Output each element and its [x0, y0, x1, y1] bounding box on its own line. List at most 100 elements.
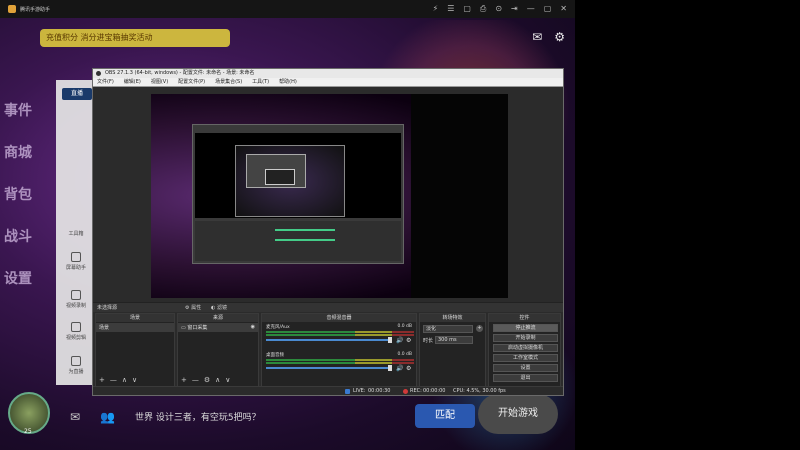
- source-item[interactable]: ▭ 窗口采集 ◉: [178, 323, 258, 332]
- add-icon[interactable]: +: [99, 376, 105, 384]
- nested-docks: [195, 221, 401, 261]
- obs-title: OBS 27.1.3 (64-bit, windows) - 配置文件: 未命名…: [105, 70, 255, 76]
- gear-icon[interactable]: ⚙: [406, 337, 411, 344]
- menu-edit[interactable]: 编辑(E): [124, 78, 141, 86]
- studio-mode-button[interactable]: 工作室模式: [493, 354, 558, 362]
- friends-icon[interactable]: 👥: [100, 410, 115, 424]
- exit-button[interactable]: 退出: [493, 374, 558, 382]
- screen-helper-item[interactable]: 屏幕助手: [58, 252, 94, 271]
- sources-toolbar: + — ⚙ ∧ ∨: [181, 376, 230, 384]
- menu-scene-collection[interactable]: 场景集合(S): [215, 78, 242, 86]
- game-bottom-bar: 25 ✉ 👥 世界 设计三者，有空玩5把吗？ 匹配 开始游戏: [0, 390, 575, 450]
- start-game-button[interactable]: 开始游戏: [478, 394, 558, 434]
- menu-tools[interactable]: 工具(T): [252, 78, 269, 86]
- add-transition-icon[interactable]: +: [476, 325, 483, 332]
- settings-button[interactable]: 设置: [493, 364, 558, 372]
- menu-icon[interactable]: ☰: [447, 4, 454, 14]
- rec-label: REC:: [410, 388, 422, 394]
- controls-header: 控件: [489, 314, 560, 322]
- menu-view[interactable]: 视图(V): [151, 78, 168, 86]
- game-menu-item[interactable]: 战斗: [4, 226, 58, 246]
- eye-icon[interactable]: ◉: [251, 324, 255, 330]
- slider-track: [266, 367, 388, 369]
- menu-file[interactable]: 文件(F): [97, 78, 114, 86]
- obs-logo-icon: [96, 71, 101, 76]
- filters-button[interactable]: ◐ 滤镜: [211, 304, 227, 311]
- mixer-header: 音频混音器: [262, 314, 416, 322]
- maximize-icon[interactable]: ▢: [544, 4, 552, 14]
- window-icon[interactable]: ▢: [463, 4, 471, 14]
- preview-black-region: [411, 94, 508, 298]
- stop-streaming-button[interactable]: 停止推流: [493, 324, 558, 332]
- obs-statusbar: LIVE: 00:00:30 REC: 00:00:00 CPU: 4.5%, …: [93, 386, 563, 395]
- toolbox-item[interactable]: 工具箱: [58, 230, 94, 237]
- match-button[interactable]: 匹配: [415, 404, 475, 428]
- sources-dock: 来源 ▭ 窗口采集 ◉ + — ⚙ ∧ ∨: [177, 313, 259, 388]
- menu-help[interactable]: 帮助(H): [279, 78, 297, 86]
- video-edit-item[interactable]: 视频剪辑: [58, 322, 94, 341]
- volume-slider[interactable]: 🔊 ⚙: [266, 337, 414, 344]
- game-menu-item[interactable]: 背包: [4, 184, 58, 204]
- game-menu-item[interactable]: 事件: [4, 100, 58, 120]
- live-indicator-icon: [345, 389, 350, 394]
- game-menu-item[interactable]: 设置: [4, 268, 58, 288]
- mail-icon[interactable]: ✉: [70, 410, 80, 424]
- game-menu-item[interactable]: 商城: [4, 142, 58, 162]
- remove-icon[interactable]: —: [110, 376, 117, 384]
- screenshot-icon[interactable]: ⎙: [480, 4, 486, 14]
- mail-icon[interactable]: ✉: [532, 30, 542, 44]
- virtual-camera-button[interactable]: 启动虚拟摄像机: [493, 344, 558, 352]
- slider-knob[interactable]: [388, 365, 392, 371]
- live-label: 为直播: [68, 369, 84, 375]
- volume-slider[interactable]: 🔊 ⚙: [266, 365, 414, 372]
- start-recording-button[interactable]: 开始录制: [493, 334, 558, 342]
- level-meter: [266, 331, 414, 333]
- controls-dock: 控件 停止推流 开始录制 启动虚拟摄像机 工作室模式 设置 退出: [488, 313, 561, 388]
- remove-icon[interactable]: —: [192, 376, 199, 384]
- chat-message[interactable]: 世界 设计三者，有空玩5把吗？: [135, 410, 261, 423]
- player-level: 25: [24, 428, 32, 435]
- record-icon: [71, 290, 81, 300]
- slider-track: [266, 339, 388, 341]
- slider-knob[interactable]: [388, 337, 392, 343]
- speaker-icon[interactable]: 🔊: [396, 337, 403, 344]
- channel-name: 桌面音频: [266, 353, 284, 358]
- level-meter: [266, 334, 414, 336]
- properties-button[interactable]: ⚙ 属性: [185, 304, 201, 311]
- app-logo-icon: [8, 5, 16, 13]
- assistant-logo: 直播: [62, 88, 92, 100]
- menu-profile[interactable]: 配置文件(P): [178, 78, 205, 86]
- gear-icon[interactable]: ⚙: [554, 30, 565, 44]
- transition-select[interactable]: 淡化: [423, 325, 473, 333]
- add-icon[interactable]: +: [181, 376, 187, 384]
- minimize-icon[interactable]: —: [527, 4, 535, 14]
- rec-time: 00:00:00: [423, 388, 446, 394]
- settings-icon[interactable]: ⊙: [495, 4, 502, 14]
- nested-capture-3: [246, 154, 306, 188]
- channel-db: 0.0 dB: [397, 352, 412, 357]
- preview-area: [93, 87, 563, 302]
- sidebar-toggle-icon[interactable]: ⇥: [511, 4, 518, 14]
- nested-capture-4: [265, 169, 295, 185]
- transitions-dock: 转场特效 淡化 + 时长 300 ms: [419, 313, 486, 388]
- live-item[interactable]: 为直播: [58, 356, 94, 375]
- gear-icon[interactable]: ⚙: [204, 376, 210, 384]
- video-record-label: 视频录制: [65, 303, 86, 309]
- up-icon[interactable]: ∧: [215, 376, 220, 384]
- down-icon[interactable]: ∨: [225, 376, 230, 384]
- close-icon[interactable]: ✕: [560, 4, 567, 14]
- scene-item[interactable]: 场景: [96, 323, 174, 332]
- nested-meter: [275, 229, 335, 231]
- program-preview[interactable]: [151, 94, 508, 298]
- boost-icon[interactable]: ⚡: [433, 4, 439, 14]
- down-icon[interactable]: ∨: [132, 376, 137, 384]
- duration-input[interactable]: 300 ms: [435, 336, 473, 344]
- video-record-item[interactable]: 视频录制: [58, 290, 94, 309]
- event-banner[interactable]: 充值积分 消分进宝箱抽奖活动: [40, 29, 230, 47]
- gear-icon[interactable]: ⚙: [406, 365, 411, 372]
- emulator-titlebar: 腾讯手游助手 ⚡ ☰ ▢ ⎙ ⊙ ⇥ — ▢ ✕: [0, 0, 575, 18]
- rec-indicator-icon: [403, 389, 408, 394]
- up-icon[interactable]: ∧: [122, 376, 127, 384]
- live-label: LIVE:: [353, 388, 366, 394]
- speaker-icon[interactable]: 🔊: [396, 365, 403, 372]
